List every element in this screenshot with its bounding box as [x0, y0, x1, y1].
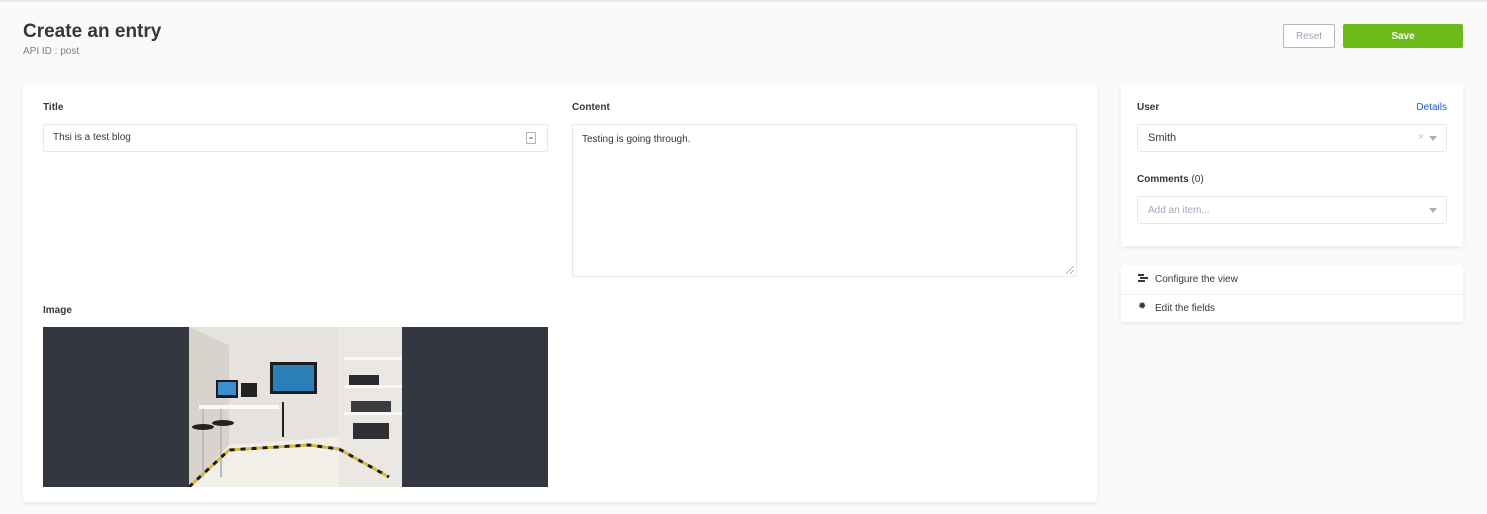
gear-icon: ✹ — [1138, 301, 1147, 312]
room-photo-icon — [189, 327, 402, 487]
comments-select-placeholder: Add an item... — [1148, 205, 1210, 216]
content-textarea[interactable]: Testing is going through. — [572, 124, 1077, 277]
layout-icon — [1138, 274, 1148, 282]
reset-button[interactable]: Reset — [1283, 24, 1335, 48]
caret-down-icon[interactable] — [1429, 208, 1437, 213]
title-label: Title — [43, 102, 64, 113]
image-label: Image — [43, 305, 72, 316]
configure-view-label: Configure the view — [1155, 274, 1238, 285]
user-select[interactable]: Smith × — [1137, 124, 1447, 152]
content-textarea-value: Testing is going through. — [582, 134, 691, 145]
edit-fields-item[interactable]: ✹ Edit the fields — [1121, 295, 1463, 323]
relations-panel: User Details Smith × Comments (0) Add an… — [1121, 84, 1463, 246]
save-button[interactable]: Save — [1343, 24, 1463, 48]
caret-down-icon[interactable] — [1429, 136, 1437, 141]
clipboard-icon — [526, 132, 536, 144]
details-link[interactable]: Details — [1416, 102, 1447, 113]
page-title: Create an entry — [23, 21, 162, 42]
comments-count: (0) — [1191, 174, 1204, 185]
content-label: Content — [572, 102, 610, 113]
edit-fields-label: Edit the fields — [1155, 303, 1216, 314]
settings-menu: Configure the view ✹ Edit the fields — [1121, 266, 1463, 322]
comments-label: Comments (0) — [1137, 174, 1204, 185]
uploaded-image — [189, 327, 402, 487]
clear-icon[interactable]: × — [1418, 131, 1424, 143]
title-input-value: Thsi is a test blog — [53, 132, 131, 143]
entry-form: Title Thsi is a test blog Content Testin… — [23, 84, 1097, 502]
comments-label-text: Comments — [1137, 174, 1189, 185]
user-label: User — [1137, 102, 1160, 113]
api-id: API ID : post — [23, 46, 80, 57]
resize-handle-icon[interactable] — [1066, 266, 1074, 274]
title-input[interactable]: Thsi is a test blog — [43, 124, 548, 152]
image-upload-preview[interactable] — [43, 327, 548, 487]
user-select-value: Smith — [1148, 132, 1177, 144]
comments-select[interactable]: Add an item... — [1137, 196, 1447, 224]
configure-view-item[interactable]: Configure the view — [1121, 266, 1463, 295]
